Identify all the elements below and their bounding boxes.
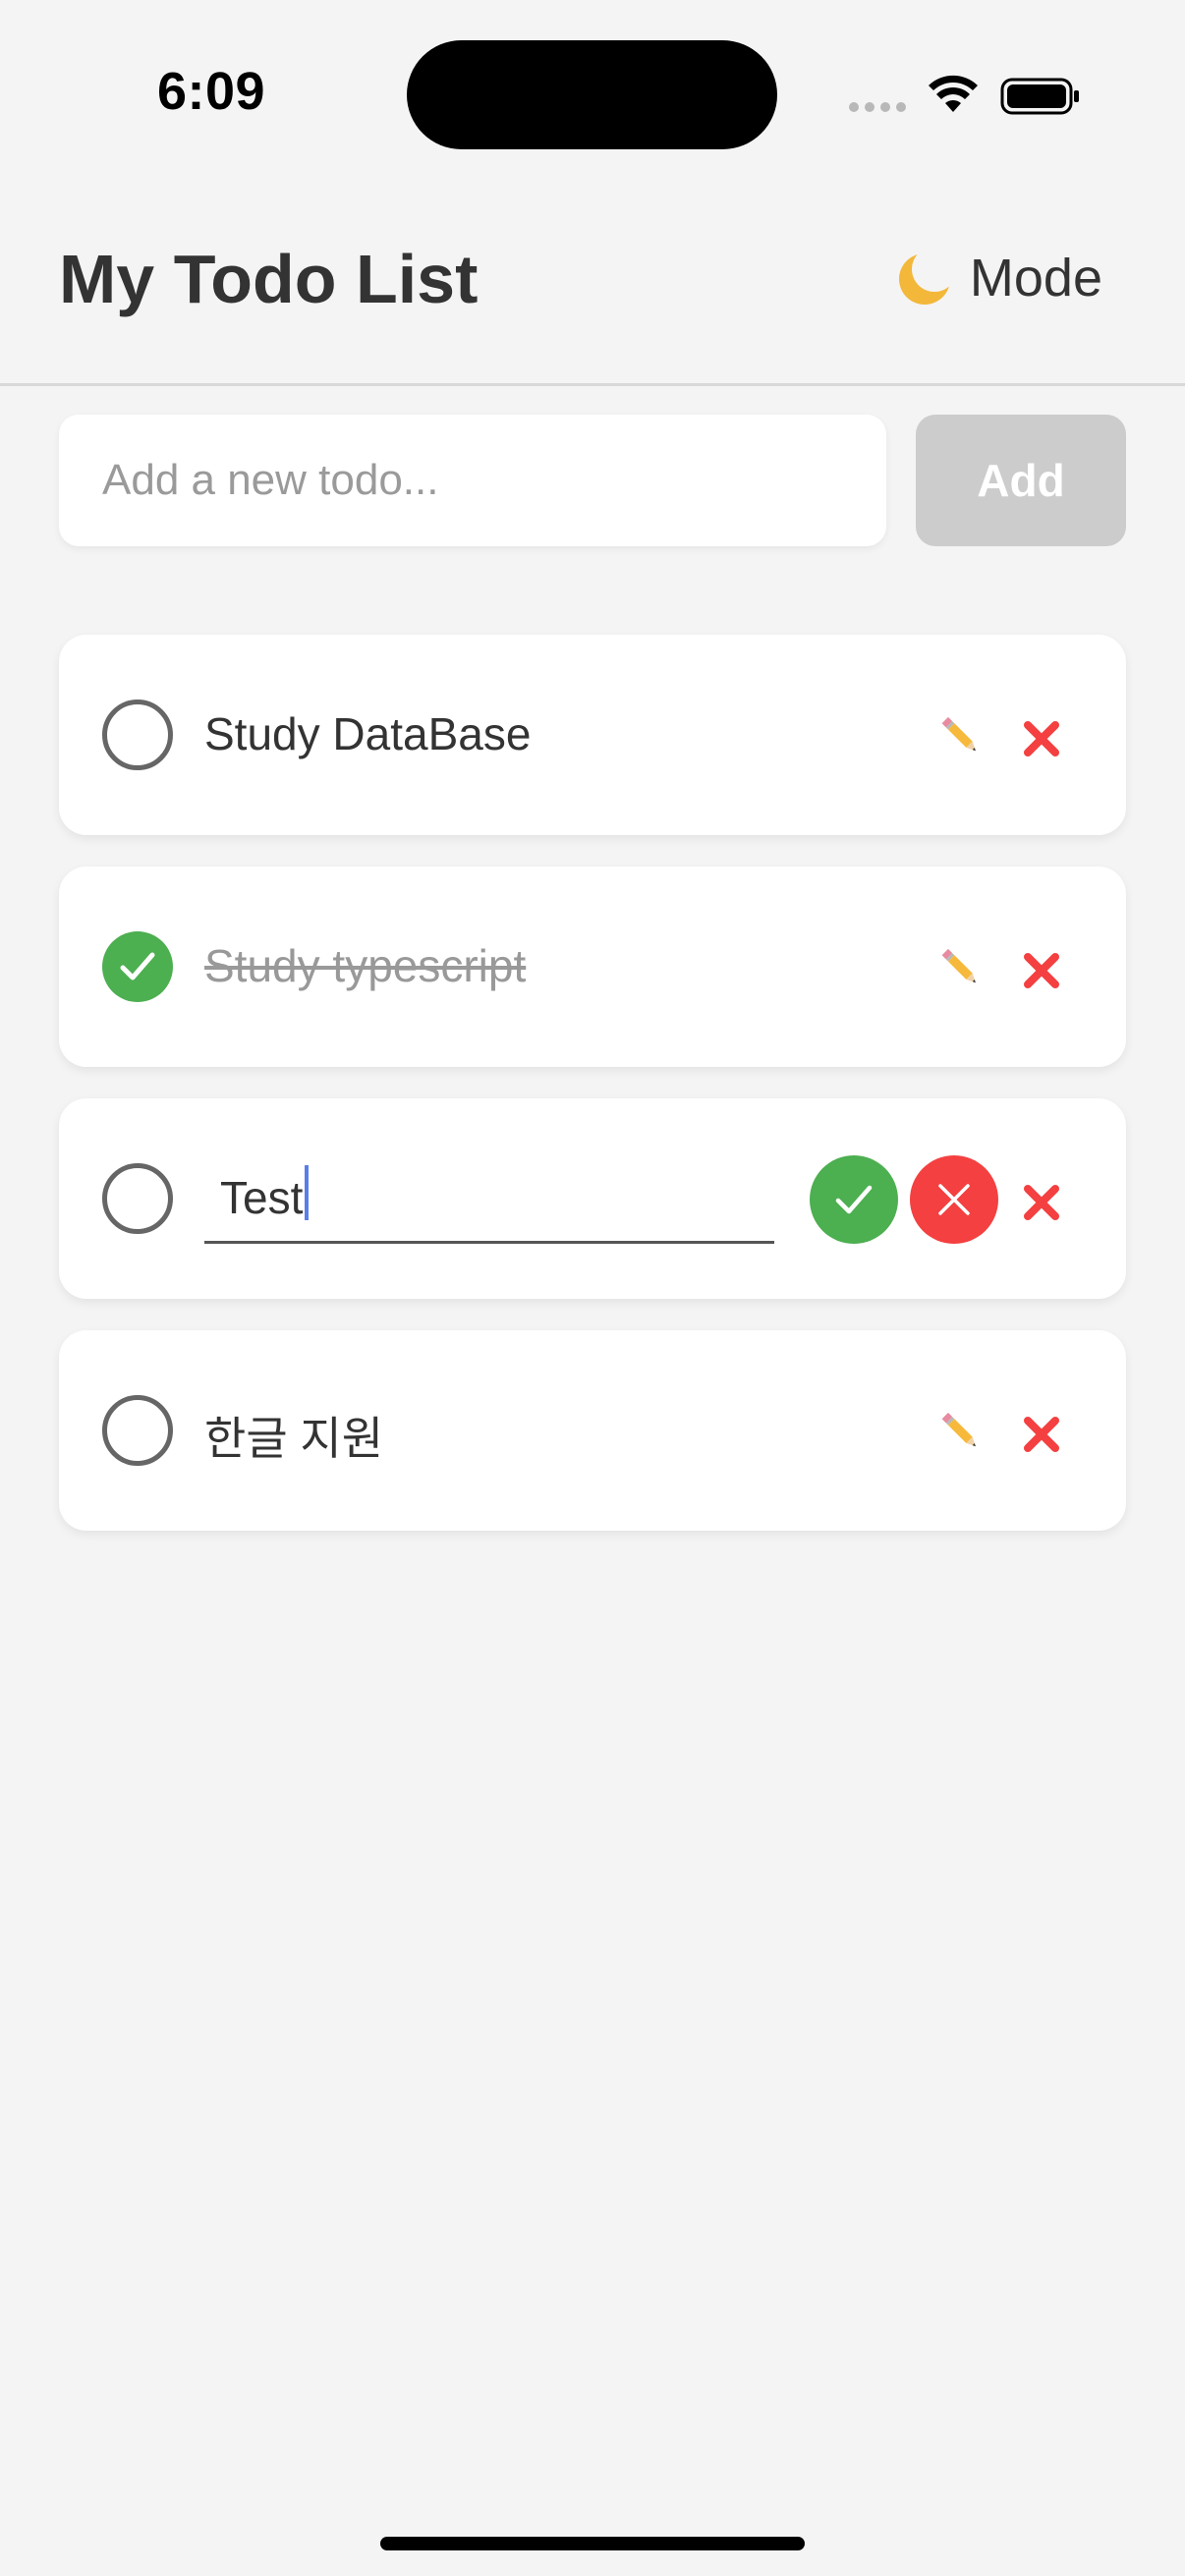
moon-icon — [898, 253, 950, 305]
dark-mode-toggle-button[interactable]: Mode — [895, 248, 1102, 308]
checkmark-icon — [835, 1185, 873, 1214]
checkmark-icon — [120, 952, 155, 980]
app-screen: 6:09 My Todo List Mode Add a new todo...… — [0, 0, 1185, 2576]
todo-text: 한글 지원 — [204, 1413, 384, 1464]
todo-checkbox[interactable] — [102, 1395, 173, 1466]
todo-checkbox-checked[interactable] — [102, 931, 173, 1002]
home-indicator[interactable] — [380, 2537, 805, 2550]
todo-item: Study typescript — [59, 867, 1126, 1067]
todo-checkbox[interactable] — [102, 1163, 173, 1234]
status-time: 6:09 — [157, 62, 266, 121]
pencil-icon[interactable] — [935, 943, 985, 992]
todo-text: Study DataBase — [204, 708, 532, 759]
todo-checkbox[interactable] — [102, 700, 173, 770]
wifi-icon — [929, 75, 978, 112]
todo-text: Study typescript — [204, 940, 527, 991]
delete-x-icon[interactable] — [1022, 1183, 1061, 1222]
dynamic-island — [407, 40, 777, 149]
todo-item: 한글 지원 — [59, 1330, 1126, 1531]
todo-item: Study DataBase — [59, 635, 1126, 835]
page-title: My Todo List — [59, 241, 479, 317]
delete-x-icon[interactable] — [1022, 951, 1061, 990]
delete-x-icon[interactable] — [1022, 1415, 1061, 1454]
todo-item-editing — [59, 1098, 1126, 1299]
mode-label: Mode — [969, 249, 1102, 308]
pencil-icon[interactable] — [935, 711, 985, 760]
new-todo-input[interactable] — [59, 415, 886, 546]
edit-todo-input[interactable] — [204, 1153, 774, 1244]
pencil-icon[interactable] — [935, 1407, 985, 1456]
add-todo-button[interactable]: Add — [916, 415, 1126, 546]
app-header: My Todo List Mode — [0, 196, 1185, 386]
close-icon — [938, 1184, 970, 1215]
cellular-signal-icon — [849, 102, 906, 112]
save-edit-button[interactable] — [810, 1155, 898, 1244]
delete-x-icon[interactable] — [1022, 719, 1061, 758]
text-cursor — [305, 1165, 309, 1220]
battery-icon — [1000, 78, 1079, 115]
cancel-edit-button[interactable] — [910, 1155, 998, 1244]
